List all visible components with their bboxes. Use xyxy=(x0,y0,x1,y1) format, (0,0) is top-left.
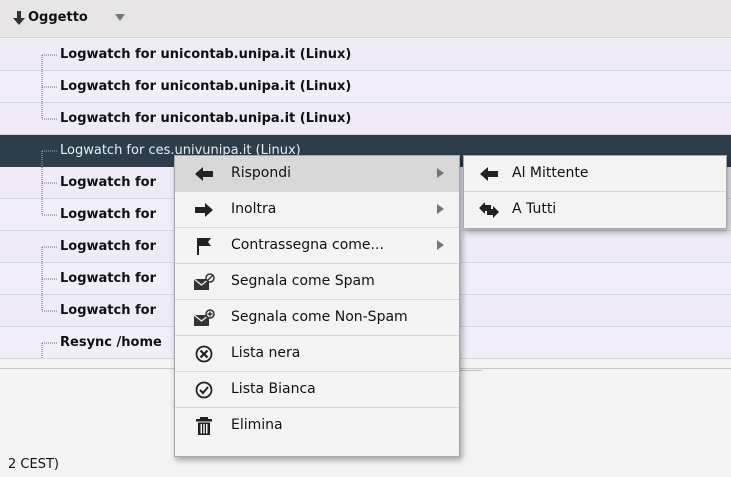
reply-all-icon xyxy=(479,202,499,218)
row-subject: Logwatch for xyxy=(60,175,157,190)
tree-line xyxy=(41,167,58,199)
menu-item-label: Lista nera xyxy=(231,345,301,361)
menu-item-label: Segnala come Non-Spam xyxy=(231,309,408,325)
whitelist-icon xyxy=(195,381,213,399)
menu-item-spam[interactable]: Segnala come Spam xyxy=(175,264,459,300)
tree-line xyxy=(41,246,58,263)
table-row[interactable]: Logwatch for unicontab.unipa.it (Linux) xyxy=(0,71,731,103)
row-subject: Logwatch for xyxy=(60,271,157,286)
reply-sender-icon xyxy=(480,167,498,181)
menu-item-lista-nera[interactable]: Lista nera xyxy=(175,336,459,372)
menu-item-label: Contrassegna come... xyxy=(231,237,384,253)
menu-item-rispondi[interactable]: Rispondi xyxy=(175,156,459,192)
menu-item-label: Lista Bianca xyxy=(231,381,316,397)
mail-notspam-icon xyxy=(193,309,215,326)
chevron-down-icon[interactable] xyxy=(115,14,125,22)
arrow-left-icon xyxy=(195,167,213,181)
row-subject: Resync /home xyxy=(60,335,162,350)
menu-item-inoltra[interactable]: Inoltra xyxy=(175,192,459,228)
tree-line xyxy=(41,199,58,216)
arrow-right-icon xyxy=(195,203,213,217)
menu-item-nonspam[interactable]: Segnala come Non-Spam xyxy=(175,300,459,336)
trash-icon xyxy=(196,417,212,435)
chevron-right-icon xyxy=(437,204,444,214)
row-subject: Logwatch for xyxy=(60,207,157,222)
sort-down-icon[interactable] xyxy=(12,10,26,26)
row-subject: Logwatch for unicontab.unipa.it (Linux) xyxy=(60,47,352,62)
tree-line xyxy=(41,295,58,312)
menu-item-elimina[interactable]: Elimina xyxy=(175,408,459,441)
menu-item-lista-bianca[interactable]: Lista Bianca xyxy=(175,372,459,408)
tree-line xyxy=(41,150,58,167)
reply-submenu: Al Mittente A Tutti xyxy=(463,155,727,229)
table-row[interactable]: Logwatch for unicontab.unipa.it (Linux) xyxy=(0,103,731,135)
submenu-item-al-mittente[interactable]: Al Mittente xyxy=(464,156,726,192)
table-row[interactable]: Logwatch for unicontab.unipa.it (Linux) xyxy=(0,39,731,71)
preview-text: 2 CEST) xyxy=(8,457,59,472)
menu-item-label: Segnala come Spam xyxy=(231,273,375,289)
tree-line xyxy=(41,103,58,120)
submenu-item-label: A Tutti xyxy=(512,201,557,217)
submenu-item-label: Al Mittente xyxy=(512,165,589,181)
row-subject: Logwatch for unicontab.unipa.it (Linux) xyxy=(60,79,352,94)
menu-item-contrassegna[interactable]: Contrassegna come... xyxy=(175,228,459,264)
column-header: Oggetto xyxy=(0,0,731,38)
tree-line xyxy=(41,263,58,295)
menu-item-label: Elimina xyxy=(231,417,283,433)
blacklist-icon xyxy=(195,345,213,363)
tree-line xyxy=(41,71,58,103)
menu-item-label: Inoltra xyxy=(231,201,277,217)
submenu-item-a-tutti[interactable]: A Tutti xyxy=(464,192,726,228)
tree-line xyxy=(41,54,58,71)
column-title[interactable]: Oggetto xyxy=(28,10,88,25)
menu-item-label: Rispondi xyxy=(231,165,292,181)
row-subject: Logwatch for xyxy=(60,239,157,254)
chevron-right-icon xyxy=(437,240,444,250)
flag-icon xyxy=(197,238,211,255)
row-subject: Logwatch for xyxy=(60,303,157,318)
chevron-right-icon xyxy=(437,168,444,178)
mail-spam-icon xyxy=(193,273,215,290)
context-menu: Rispondi Inoltra Contrassegna come... Se… xyxy=(174,155,460,457)
row-subject: Logwatch for unicontab.unipa.it (Linux) xyxy=(60,111,352,126)
tree-line xyxy=(41,342,58,359)
